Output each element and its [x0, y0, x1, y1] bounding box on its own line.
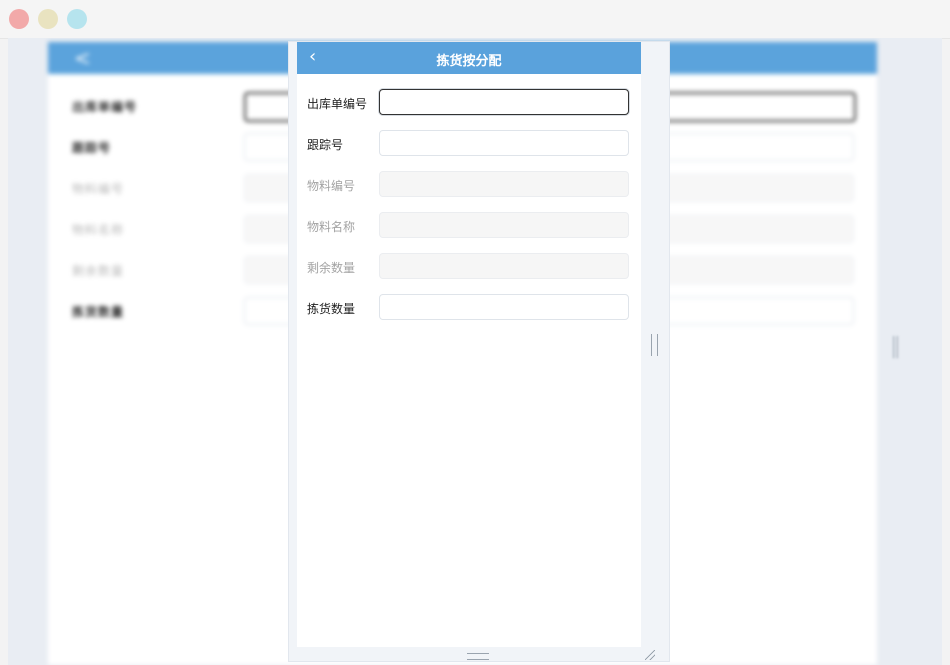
form-row-material-name: 物料名称 — [297, 211, 641, 241]
material-number-input — [379, 171, 629, 197]
background-label: 跟踪号 — [72, 141, 112, 155]
form-row-pick-qty: 拣货数量 — [297, 293, 641, 323]
background-back-icon: < — [74, 46, 91, 70]
form-row-material-no: 物料编号 — [297, 170, 641, 200]
outbound-order-number-label: 出库单编号 — [307, 97, 368, 111]
app-stage: < 出库单编号 跟踪号 物料编号 物料名称 剩余数量 拣货数量 ‖ ‹ 拣货按分… — [8, 38, 942, 665]
corner-resize-grip-icon[interactable] — [645, 650, 655, 660]
material-name-input — [379, 212, 629, 238]
form-row-remaining-qty: 剩余数量 — [297, 252, 641, 282]
form-row-tracking-no: 跟踪号 — [297, 129, 641, 159]
background-label: 拣货数量 — [72, 305, 125, 319]
material-number-label: 物料编号 — [307, 179, 356, 193]
background-resize-handle-icon: ‖ — [890, 334, 901, 359]
background-label: 剩余数量 — [72, 264, 125, 278]
background-label: 物料名称 — [72, 223, 125, 237]
dialog-content: ‹ 拣货按分配 出库单编号 跟踪号 物料编号 物料名称 剩余数量 拣货数量 — [297, 42, 641, 660]
background-label: 出库单编号 — [72, 100, 138, 114]
minimize-window-button[interactable] — [38, 9, 58, 29]
vertical-resize-handle[interactable] — [467, 653, 489, 660]
tracking-number-input[interactable] — [379, 130, 629, 156]
tracking-number-label: 跟踪号 — [307, 138, 344, 152]
pick-quantity-label: 拣货数量 — [307, 302, 356, 316]
window-titlebar — [0, 0, 950, 39]
remaining-quantity-input — [379, 253, 629, 279]
horizontal-resize-handle[interactable] — [651, 334, 658, 356]
dialog-header: ‹ 拣货按分配 — [297, 42, 641, 74]
close-window-button[interactable] — [9, 9, 29, 29]
outbound-order-number-input[interactable] — [379, 89, 629, 115]
remaining-quantity-label: 剩余数量 — [307, 261, 356, 275]
form-row-outbound-no: 出库单编号 — [297, 88, 641, 118]
material-name-label: 物料名称 — [307, 220, 356, 234]
background-label: 物料编号 — [72, 182, 125, 196]
pick-quantity-input[interactable] — [379, 294, 629, 320]
pick-allocation-dialog: ‹ 拣货按分配 出库单编号 跟踪号 物料编号 物料名称 剩余数量 拣货数量 — [289, 42, 669, 661]
maximize-window-button[interactable] — [67, 9, 87, 29]
dialog-title: 拣货按分配 — [436, 54, 502, 69]
